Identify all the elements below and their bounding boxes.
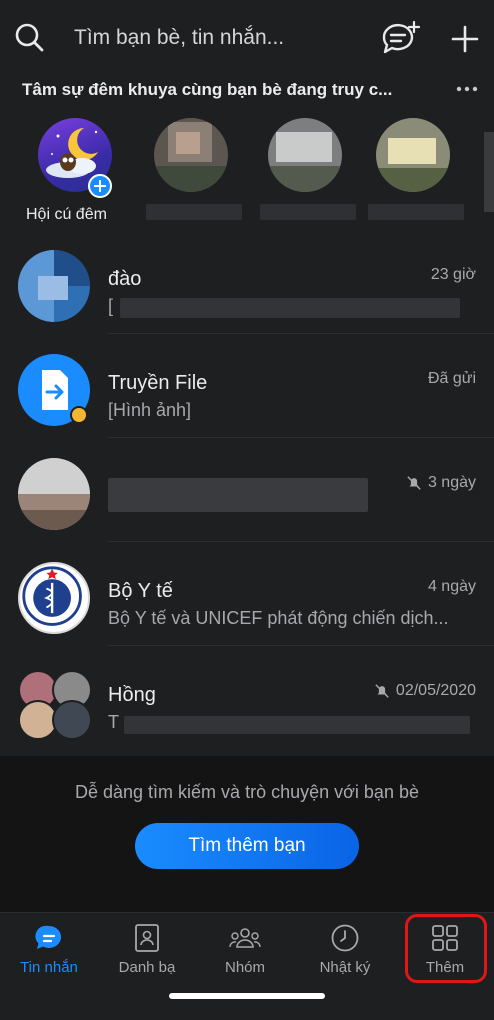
- story-item-partial[interactable]: [484, 132, 494, 212]
- blurred-name: [368, 204, 464, 220]
- avatar: [18, 458, 90, 530]
- conversation-preview: Bộ Y tế và UNICEF phát động chiến dịch..…: [108, 608, 449, 628]
- conversation-name: Bộ Y tế: [108, 580, 173, 602]
- chat-bubble-plus-icon[interactable]: [378, 20, 422, 56]
- conversation-item[interactable]: 3 ngày: [0, 438, 494, 542]
- find-friends-text: Dễ dàng tìm kiếm và trò chuyện với bạn b…: [75, 782, 419, 802]
- conversation-time: 3 ngày: [406, 474, 476, 492]
- story-item[interactable]: [154, 118, 232, 192]
- conversation-item[interactable]: Truyền File [Hình ảnh] Đã gửi: [0, 334, 494, 438]
- story-item[interactable]: [376, 118, 454, 192]
- tab-label: Tin nhắn: [20, 959, 78, 976]
- ellipsis-icon[interactable]: [456, 85, 478, 93]
- clock-icon: [331, 924, 359, 952]
- plus-icon[interactable]: [450, 24, 480, 54]
- tab-timeline[interactable]: Nhật ký: [296, 913, 394, 991]
- story-avatar: [154, 118, 228, 192]
- avatar: [18, 666, 92, 740]
- story-item[interactable]: [268, 118, 346, 192]
- conversation-name: Hồng: [108, 684, 156, 706]
- tab-label: Nhật ký: [319, 959, 371, 976]
- story-avatar: [376, 118, 450, 192]
- tab-groups[interactable]: Nhóm: [196, 913, 294, 991]
- conversation-item[interactable]: Bộ Y tế Bộ Y tế và UNICEF phát động chiế…: [0, 542, 494, 646]
- conversation-item[interactable]: Hồng T 02/05/2020: [0, 646, 494, 756]
- conversation-preview: [Hình ảnh]: [108, 400, 192, 420]
- conversation-name: đào: [108, 268, 142, 290]
- conversation-time: 23 giờ: [430, 266, 476, 283]
- conversation-item[interactable]: đào [ 23 giờ: [0, 230, 494, 334]
- stories-title: Tâm sự đêm khuya cùng bạn bè đang truy c…: [22, 80, 393, 99]
- avatar: [18, 354, 90, 426]
- blurred-name: [146, 204, 242, 220]
- muted-bell-icon: [407, 476, 421, 490]
- group-avatar-member: [52, 700, 92, 740]
- conversation-time: 02/05/2020: [374, 682, 476, 700]
- conversation-preview: T: [108, 712, 119, 732]
- top-bar: Tìm bạn bè, tin nhắn...: [0, 0, 494, 72]
- find-friends-button[interactable]: Tìm thêm bạn: [135, 823, 359, 869]
- home-indicator: [169, 993, 325, 999]
- avatar: [18, 562, 90, 634]
- add-story-icon[interactable]: [88, 174, 112, 198]
- tab-label: Danh bạ: [118, 959, 176, 976]
- tab-messages[interactable]: Tin nhắn: [0, 913, 98, 991]
- verified-badge-icon: [70, 406, 88, 424]
- find-friends-section: Dễ dàng tìm kiếm và trò chuyện với bạn b…: [0, 756, 494, 912]
- search-icon[interactable]: [14, 22, 44, 52]
- chat-icon: [35, 925, 62, 949]
- blurred-name: [108, 478, 368, 512]
- ministry-of-health-logo-icon: [22, 566, 82, 626]
- muted-bell-icon: [375, 684, 389, 698]
- highlight-box: [405, 914, 487, 983]
- blurred-name: [260, 204, 356, 220]
- tab-contacts[interactable]: Danh bạ: [98, 913, 196, 991]
- story-name: Hội cú đêm: [26, 206, 107, 223]
- blurred-preview: [124, 716, 470, 734]
- conversation-name: Truyền File: [108, 372, 208, 394]
- conversation-preview: [: [108, 296, 114, 316]
- contacts-icon: [135, 924, 159, 952]
- conversation-time: Đã gửi: [427, 370, 476, 387]
- search-input[interactable]: Tìm bạn bè, tin nhắn...: [74, 26, 284, 50]
- avatar: [18, 250, 90, 322]
- blurred-preview: [120, 298, 460, 318]
- stories-section: Tâm sự đêm khuya cùng bạn bè đang truy c…: [0, 72, 494, 230]
- conversation-time: 4 ngày: [427, 578, 476, 595]
- tab-label: Nhóm: [224, 959, 265, 976]
- story-item-owl[interactable]: Hội cú đêm: [26, 118, 116, 223]
- story-avatar: [268, 118, 342, 192]
- group-icon: [229, 928, 261, 948]
